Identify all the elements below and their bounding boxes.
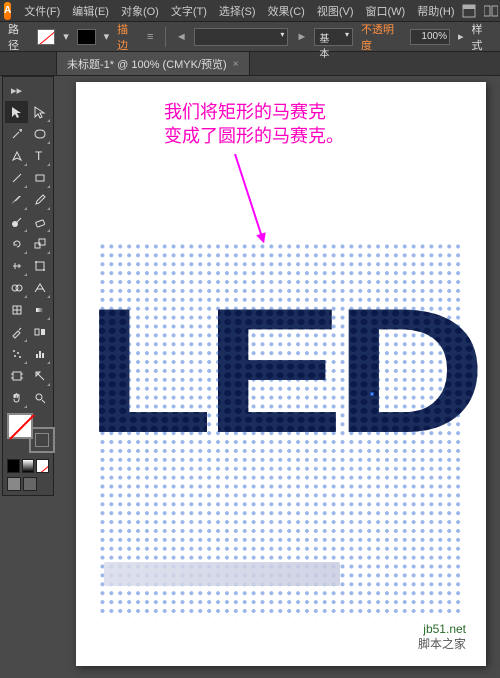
none-mode-swatch[interactable]	[36, 459, 49, 473]
canvas[interactable]: 我们将矩形的马赛克 变成了圆形的马赛克。 LED LED jb51.net 脚本…	[58, 76, 500, 678]
free-transform-tool[interactable]	[28, 255, 51, 277]
zoom-tool[interactable]	[28, 387, 51, 409]
stroke-weight-icon[interactable]: ≡	[146, 31, 155, 43]
selection-anchor[interactable]	[370, 392, 374, 396]
gradient-tool[interactable]	[28, 299, 51, 321]
rotate-tool[interactable]	[5, 233, 28, 255]
shape-builder-tool[interactable]	[5, 277, 28, 299]
control-bar: 路径 ▾ ▾ 描边 ≡ ◄ ► 基本 不透明度 ▸ 样式	[0, 22, 500, 52]
eraser-tool[interactable]	[28, 211, 51, 233]
chevron-left-icon[interactable]: ◄	[176, 31, 186, 43]
document-tabbar: 未标题-1* @ 100% (CMYK/预览) ×	[0, 52, 500, 76]
led-text-artwork[interactable]: LED	[65, 282, 497, 460]
artboard-tool[interactable]	[5, 365, 28, 387]
menu-type[interactable]: 文字(T)	[166, 1, 212, 21]
fill-box[interactable]	[7, 413, 33, 439]
style-basic-dropdown[interactable]: 基本	[314, 28, 353, 46]
annotation-arrow	[234, 154, 264, 242]
tool-mode-label: 路径	[8, 21, 29, 53]
line-tool[interactable]	[5, 167, 28, 189]
svg-text:T: T	[35, 149, 43, 163]
stroke-swatch[interactable]	[77, 29, 96, 45]
menu-help[interactable]: 帮助(H)	[412, 1, 459, 21]
menubar: A 文件(F) 编辑(E) 对象(O) 文字(T) 选择(S) 效果(C) 视图…	[0, 0, 500, 22]
chevron-right-icon[interactable]: ►	[296, 31, 306, 43]
app-logo-icon: A	[4, 2, 11, 20]
lasso-tool[interactable]	[28, 123, 51, 145]
color-mode-swatch[interactable]	[7, 459, 20, 473]
menu-file[interactable]: 文件(F)	[19, 1, 65, 21]
mesh-tool[interactable]	[5, 299, 28, 321]
tab-toggle-icon[interactable]: ▸▸	[5, 79, 28, 101]
menu-window[interactable]: 窗口(W)	[361, 1, 411, 21]
toolbox: ▸▸ T	[2, 76, 54, 496]
watermark: jb51.net 脚本之家	[418, 622, 466, 652]
selection-tool[interactable]	[5, 101, 28, 123]
opacity-label: 不透明度	[361, 21, 402, 53]
fill-stroke-control[interactable]	[7, 413, 55, 453]
blob-brush-tool[interactable]	[5, 211, 28, 233]
hand-tool[interactable]	[5, 387, 28, 409]
arrange-icon[interactable]	[484, 4, 498, 18]
fill-dropdown-icon[interactable]: ▾	[63, 30, 69, 43]
magic-wand-tool[interactable]	[5, 123, 28, 145]
blend-tool[interactable]	[28, 321, 51, 343]
document-tab-title: 未标题-1* @ 100% (CMYK/预览)	[67, 56, 227, 72]
rectangle-tool[interactable]	[28, 167, 51, 189]
stroke-label: 描边	[117, 21, 138, 53]
perspective-grid-tool[interactable]	[28, 277, 51, 299]
paintbrush-tool[interactable]	[5, 189, 28, 211]
opacity-input[interactable]	[410, 29, 450, 45]
eyedropper-tool[interactable]	[5, 321, 28, 343]
column-graph-tool[interactable]	[28, 343, 51, 365]
type-tool[interactable]: T	[28, 145, 51, 167]
scale-tool[interactable]	[28, 233, 51, 255]
gradient-mode-swatch[interactable]	[22, 459, 35, 473]
style-label: 样式	[472, 21, 493, 53]
opacity-chevron-icon[interactable]: ▸	[458, 30, 464, 43]
slice-tool[interactable]	[28, 365, 51, 387]
screen-mode-normal[interactable]	[7, 477, 21, 491]
pencil-tool[interactable]	[28, 189, 51, 211]
width-tool[interactable]	[5, 255, 28, 277]
menu-effect[interactable]: 效果(C)	[263, 1, 310, 21]
annotation-text: 我们将矩形的马赛克 变成了圆形的马赛克。	[164, 100, 344, 148]
redacted-region	[104, 562, 340, 586]
document-tab[interactable]: 未标题-1* @ 100% (CMYK/预览) ×	[56, 51, 250, 75]
menu-edit[interactable]: 编辑(E)	[67, 1, 114, 21]
menu-select[interactable]: 选择(S)	[214, 1, 261, 21]
artboard: 我们将矩形的马赛克 变成了圆形的马赛克。 LED LED jb51.net 脚本…	[76, 82, 486, 666]
screen-mode-full[interactable]	[23, 477, 37, 491]
stroke-dropdown-icon[interactable]: ▾	[104, 30, 110, 43]
pen-tool[interactable]	[5, 145, 28, 167]
menu-object[interactable]: 对象(O)	[116, 1, 164, 21]
symbol-sprayer-tool[interactable]	[5, 343, 28, 365]
brush-dropdown[interactable]	[194, 28, 289, 46]
menu-view[interactable]: 视图(V)	[312, 1, 359, 21]
direct-selection-tool[interactable]	[28, 101, 51, 123]
close-icon[interactable]: ×	[233, 59, 239, 70]
layout-icon[interactable]	[462, 4, 476, 18]
fill-swatch[interactable]	[37, 29, 56, 45]
workspace: ▸▸ T	[0, 76, 500, 678]
